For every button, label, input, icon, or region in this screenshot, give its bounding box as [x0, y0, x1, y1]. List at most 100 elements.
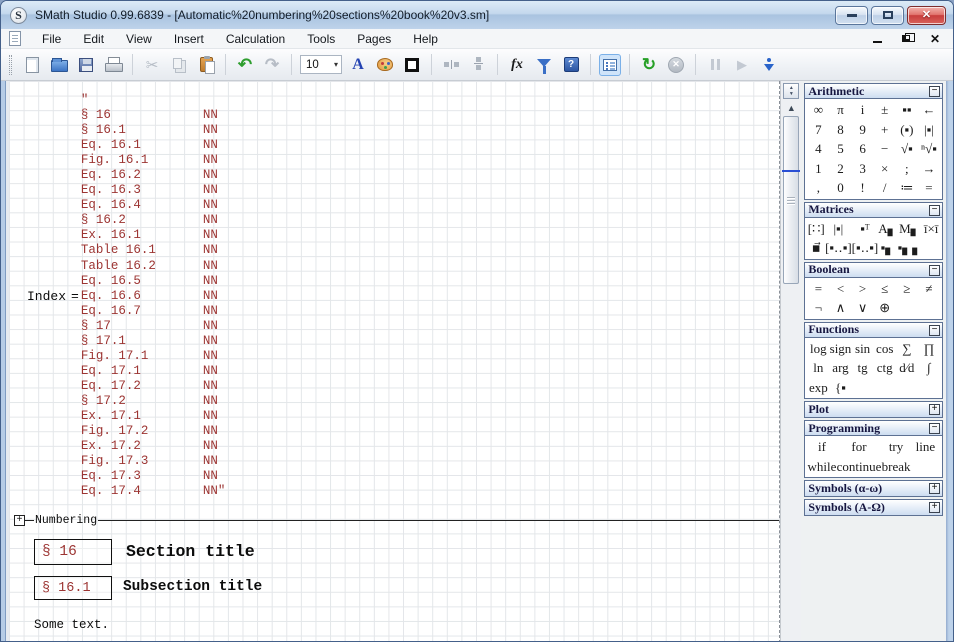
font-color-button[interactable]: A	[347, 54, 369, 76]
palette-button[interactable]: d∕d	[896, 358, 918, 378]
border-button[interactable]	[401, 54, 423, 76]
palette-button[interactable]: [▪‥▪]	[825, 238, 852, 258]
collapse-button[interactable]: −	[929, 86, 940, 97]
menu-item[interactable]: Pages	[346, 30, 402, 48]
palette-button[interactable]: 3	[852, 159, 874, 179]
palette-button[interactable]: |▪|	[918, 120, 940, 140]
palette-button[interactable]: ī×ī	[922, 219, 940, 239]
menu-item[interactable]: Help	[402, 30, 449, 48]
redo-button[interactable]: ↷	[261, 54, 283, 76]
palette-button[interactable]: 1	[807, 159, 829, 179]
font-size-combo[interactable]: 10 ▾	[300, 55, 342, 74]
subsection-title-text[interactable]: Subsection title	[123, 579, 262, 595]
palette-button[interactable]: exp	[807, 378, 829, 398]
palette-button[interactable]: 0	[829, 178, 851, 198]
side-panel-toggle-button[interactable]	[599, 54, 621, 76]
palette-button[interactable]: ≤	[874, 279, 896, 299]
cut-button[interactable]: ✂	[141, 54, 163, 76]
document-icon[interactable]	[9, 31, 21, 46]
palette-button[interactable]: 9	[852, 120, 874, 140]
palette-button[interactable]: ⁿ√▪	[918, 139, 940, 159]
menu-item[interactable]: File	[31, 30, 72, 48]
palette-button[interactable]: π	[829, 100, 851, 120]
palette-button[interactable]: A▖	[878, 219, 897, 239]
vertical-scrollbar[interactable]: ▲ ▼ ▲	[780, 81, 801, 642]
palette-button[interactable]: ∞	[807, 100, 829, 120]
palette-button[interactable]: =	[807, 279, 829, 299]
palette-button[interactable]: ∫	[918, 358, 940, 378]
align-vertical-button[interactable]	[467, 54, 489, 76]
palette-button[interactable]: i	[852, 100, 874, 120]
palette-button[interactable]: ∧	[829, 298, 851, 318]
pause-button[interactable]	[704, 54, 726, 76]
collapse-button[interactable]: −	[929, 205, 940, 216]
palette-button[interactable]: ≥	[896, 279, 918, 299]
palette-button[interactable]: ▪▪	[896, 100, 918, 120]
palette-button[interactable]: ¬	[807, 298, 829, 318]
copy-button[interactable]	[168, 54, 190, 76]
palette-button[interactable]: →	[918, 159, 940, 179]
debug-step-button[interactable]	[758, 54, 780, 76]
window-close-button[interactable]: ✕	[907, 6, 946, 25]
palette-button[interactable]: try	[881, 437, 910, 457]
palette-button[interactable]: arg	[829, 358, 851, 378]
palette-button[interactable]: <	[829, 279, 851, 299]
collapse-button[interactable]: −	[929, 423, 940, 434]
expand-button[interactable]: +	[929, 404, 940, 415]
menu-item[interactable]: Calculation	[215, 30, 296, 48]
section-title-text[interactable]: Section title	[126, 542, 255, 561]
background-color-button[interactable]	[374, 54, 396, 76]
palette-button[interactable]: 7	[807, 120, 829, 140]
palette-button[interactable]: +	[874, 120, 896, 140]
palette-button[interactable]: if	[807, 437, 836, 457]
palette-button[interactable]: ;	[896, 159, 918, 179]
expand-button[interactable]: +	[929, 502, 940, 513]
palette-button[interactable]: ≠	[918, 279, 940, 299]
index-definition[interactable]: Index = " § 16NN § 16.1NN Eq. 16.1NN Fig…	[27, 93, 225, 499]
section-number-box[interactable]: § 16	[34, 539, 112, 565]
menu-item[interactable]: Insert	[163, 30, 215, 48]
palette-button[interactable]: [▪‥▪]	[852, 238, 879, 258]
insert-function-button[interactable]: fx	[506, 54, 528, 76]
palette-button[interactable]: ln	[807, 358, 829, 378]
palette-button[interactable]: |▪|	[825, 219, 852, 239]
new-document-button[interactable]	[21, 54, 43, 76]
palette-button[interactable]: ⊕	[874, 298, 896, 318]
palette-button[interactable]: 2	[829, 159, 851, 179]
save-button[interactable]	[75, 54, 97, 76]
palette-button[interactable]: line	[911, 437, 940, 457]
palette-button[interactable]: ctg	[874, 358, 896, 378]
panel-functions-header[interactable]: Functions −	[805, 323, 942, 338]
panel-symbols-upper-header[interactable]: Symbols (A-Ω) +	[805, 500, 942, 515]
palette-button[interactable]: =	[918, 178, 940, 198]
window-maximize-button[interactable]	[871, 6, 904, 25]
menu-item[interactable]: Tools	[296, 30, 346, 48]
palette-button[interactable]: !	[852, 178, 874, 198]
menu-item[interactable]: View	[115, 30, 163, 48]
palette-button[interactable]: ▪⃗	[807, 238, 825, 258]
palette-button[interactable]: ,	[807, 178, 829, 198]
palette-button[interactable]: ▪▖▖	[898, 238, 923, 258]
palette-button[interactable]: 4	[807, 139, 829, 159]
toolbar-grip[interactable]	[9, 55, 12, 75]
palette-button[interactable]: cos	[874, 339, 896, 359]
body-text[interactable]: Some text.	[34, 618, 109, 632]
panel-arithmetic-header[interactable]: Arithmetic −	[805, 84, 942, 99]
palette-button[interactable]: for	[837, 437, 882, 457]
palette-button[interactable]: ∏	[918, 339, 940, 359]
palette-button[interactable]: sign	[829, 339, 851, 359]
palette-button[interactable]: ▪▖	[878, 238, 897, 258]
align-horizontal-button[interactable]	[440, 54, 462, 76]
palette-button[interactable]: log	[807, 339, 829, 359]
child-restore-button[interactable]	[900, 33, 912, 45]
palette-button[interactable]: 6	[852, 139, 874, 159]
child-minimize-button[interactable]	[871, 33, 883, 45]
expand-button[interactable]: +	[929, 483, 940, 494]
panel-plot-header[interactable]: Plot +	[805, 402, 942, 417]
palette-button[interactable]: >	[852, 279, 874, 299]
insert-unit-button[interactable]	[533, 54, 555, 76]
palette-button[interactable]: break	[881, 457, 910, 477]
palette-button[interactable]: ≔	[896, 178, 918, 198]
palette-button[interactable]: ×	[874, 159, 896, 179]
palette-button[interactable]: ±	[874, 100, 896, 120]
